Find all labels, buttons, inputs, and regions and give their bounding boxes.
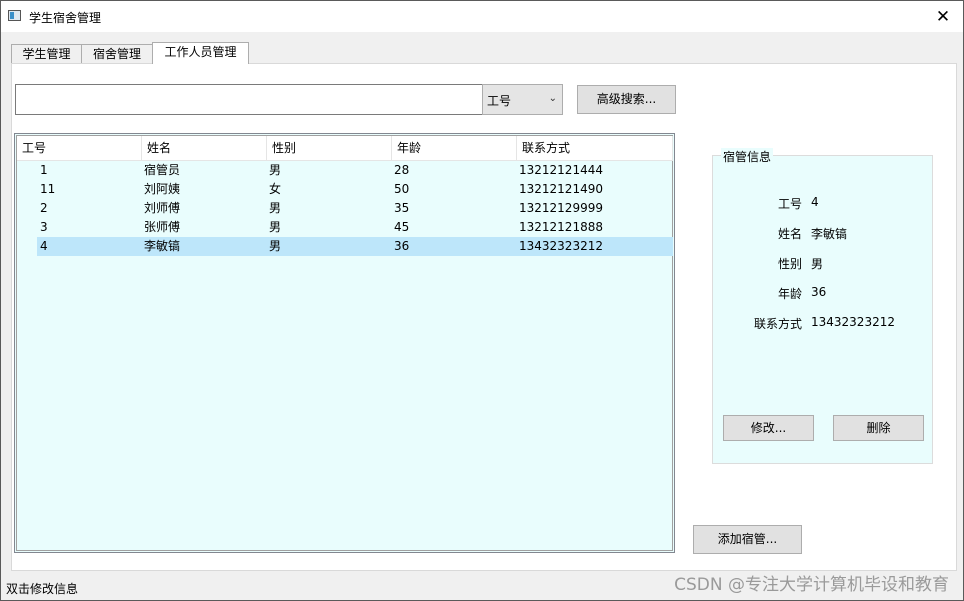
app-window: 学生宿舍管理 ✕ 学生管理 宿舍管理 工作人员管理 工号 ⌄ 高级搜索... 工… [0,0,964,601]
tab-student-management[interactable]: 学生管理 [11,44,82,63]
cell-id: 2 [40,201,48,215]
window-title: 学生宿舍管理 [29,11,102,25]
search-input[interactable] [15,84,483,115]
column-header-phone[interactable]: 联系方式 [517,136,673,160]
info-label-id: 工号 [777,197,802,211]
cell-age: 35 [394,201,410,215]
column-header-name[interactable]: 姓名 [142,136,267,160]
table-row[interactable]: 3 张师傅 男 45 13212121888 [37,218,673,237]
cell-phone: 13212121444 [519,163,603,177]
search-field-select[interactable]: 工号 ⌄ [482,84,563,115]
app-icon [8,10,21,21]
edit-button[interactable]: 修改... [723,415,814,441]
cell-age: 50 [394,182,410,196]
cell-age: 28 [394,163,410,177]
staff-table-body: 工号 姓名 性别 年龄 联系方式 1 宿管员 男 28 13212121444 … [16,135,673,551]
cell-phone: 13432323212 [519,239,603,253]
info-value-phone: 13432323212 [811,315,895,329]
cell-name: 李敏镐 [144,239,181,253]
info-label-age: 年龄 [777,287,802,301]
cell-phone: 13212121490 [519,182,603,196]
info-value-name: 李敏镐 [811,227,848,241]
cell-phone: 13212121888 [519,220,603,234]
table-row[interactable]: 11 刘阿姨 女 50 13212121490 [37,180,673,199]
table-header: 工号 姓名 性别 年龄 联系方式 [17,136,673,161]
cell-id: 3 [40,220,48,234]
cell-gender: 男 [269,220,282,234]
delete-button[interactable]: 删除 [833,415,924,441]
column-header-gender[interactable]: 性别 [267,136,392,160]
cell-gender: 女 [269,182,282,196]
add-staff-button[interactable]: 添加宿管... [693,525,802,554]
cell-name: 宿管员 [144,163,181,177]
watermark: CSDN @专注大学计算机毕设和教育 [674,575,949,595]
staff-info-panel: 宿管信息 工号 4 姓名 李敏镐 性别 男 年龄 36 联系方式 1343232… [712,148,933,464]
info-label-name: 姓名 [777,227,802,241]
staff-table[interactable]: 工号 姓名 性别 年龄 联系方式 1 宿管员 男 28 13212121444 … [14,133,675,553]
info-label-phone: 联系方式 [753,317,802,331]
column-header-id[interactable]: 工号 [17,136,142,160]
status-text: 双击修改信息 [6,582,79,596]
cell-gender: 男 [269,201,282,215]
cell-name: 刘师傅 [144,201,181,215]
cell-gender: 男 [269,239,282,253]
info-value-id: 4 [811,195,819,209]
search-field-selected: 工号 [487,94,512,108]
info-value-gender: 男 [811,257,824,271]
cell-id: 11 [40,182,56,196]
chevron-down-icon: ⌄ [548,93,557,104]
advanced-search-button[interactable]: 高级搜索... [577,85,676,114]
info-panel-title: 宿管信息 [721,148,774,165]
cell-name: 刘阿姨 [144,182,181,196]
tab-dorm-management[interactable]: 宿舍管理 [81,44,153,63]
table-row-selected[interactable]: 4 李敏镐 男 36 13432323212 [37,237,673,256]
cell-id: 4 [40,239,48,253]
cell-gender: 男 [269,163,282,177]
column-header-age[interactable]: 年龄 [392,136,517,160]
cell-id: 1 [40,163,48,177]
tab-staff-management[interactable]: 工作人员管理 [152,42,249,64]
cell-phone: 13212129999 [519,201,603,215]
close-icon[interactable]: ✕ [923,1,963,32]
title-bar: 学生宿舍管理 ✕ [1,1,963,32]
info-value-age: 36 [811,285,827,299]
cell-name: 张师傅 [144,220,181,234]
table-row[interactable]: 2 刘师傅 男 35 13212129999 [37,199,673,218]
cell-age: 45 [394,220,410,234]
cell-age: 36 [394,239,410,253]
table-row[interactable]: 1 宿管员 男 28 13212121444 [37,161,673,180]
info-label-gender: 性别 [777,257,802,271]
